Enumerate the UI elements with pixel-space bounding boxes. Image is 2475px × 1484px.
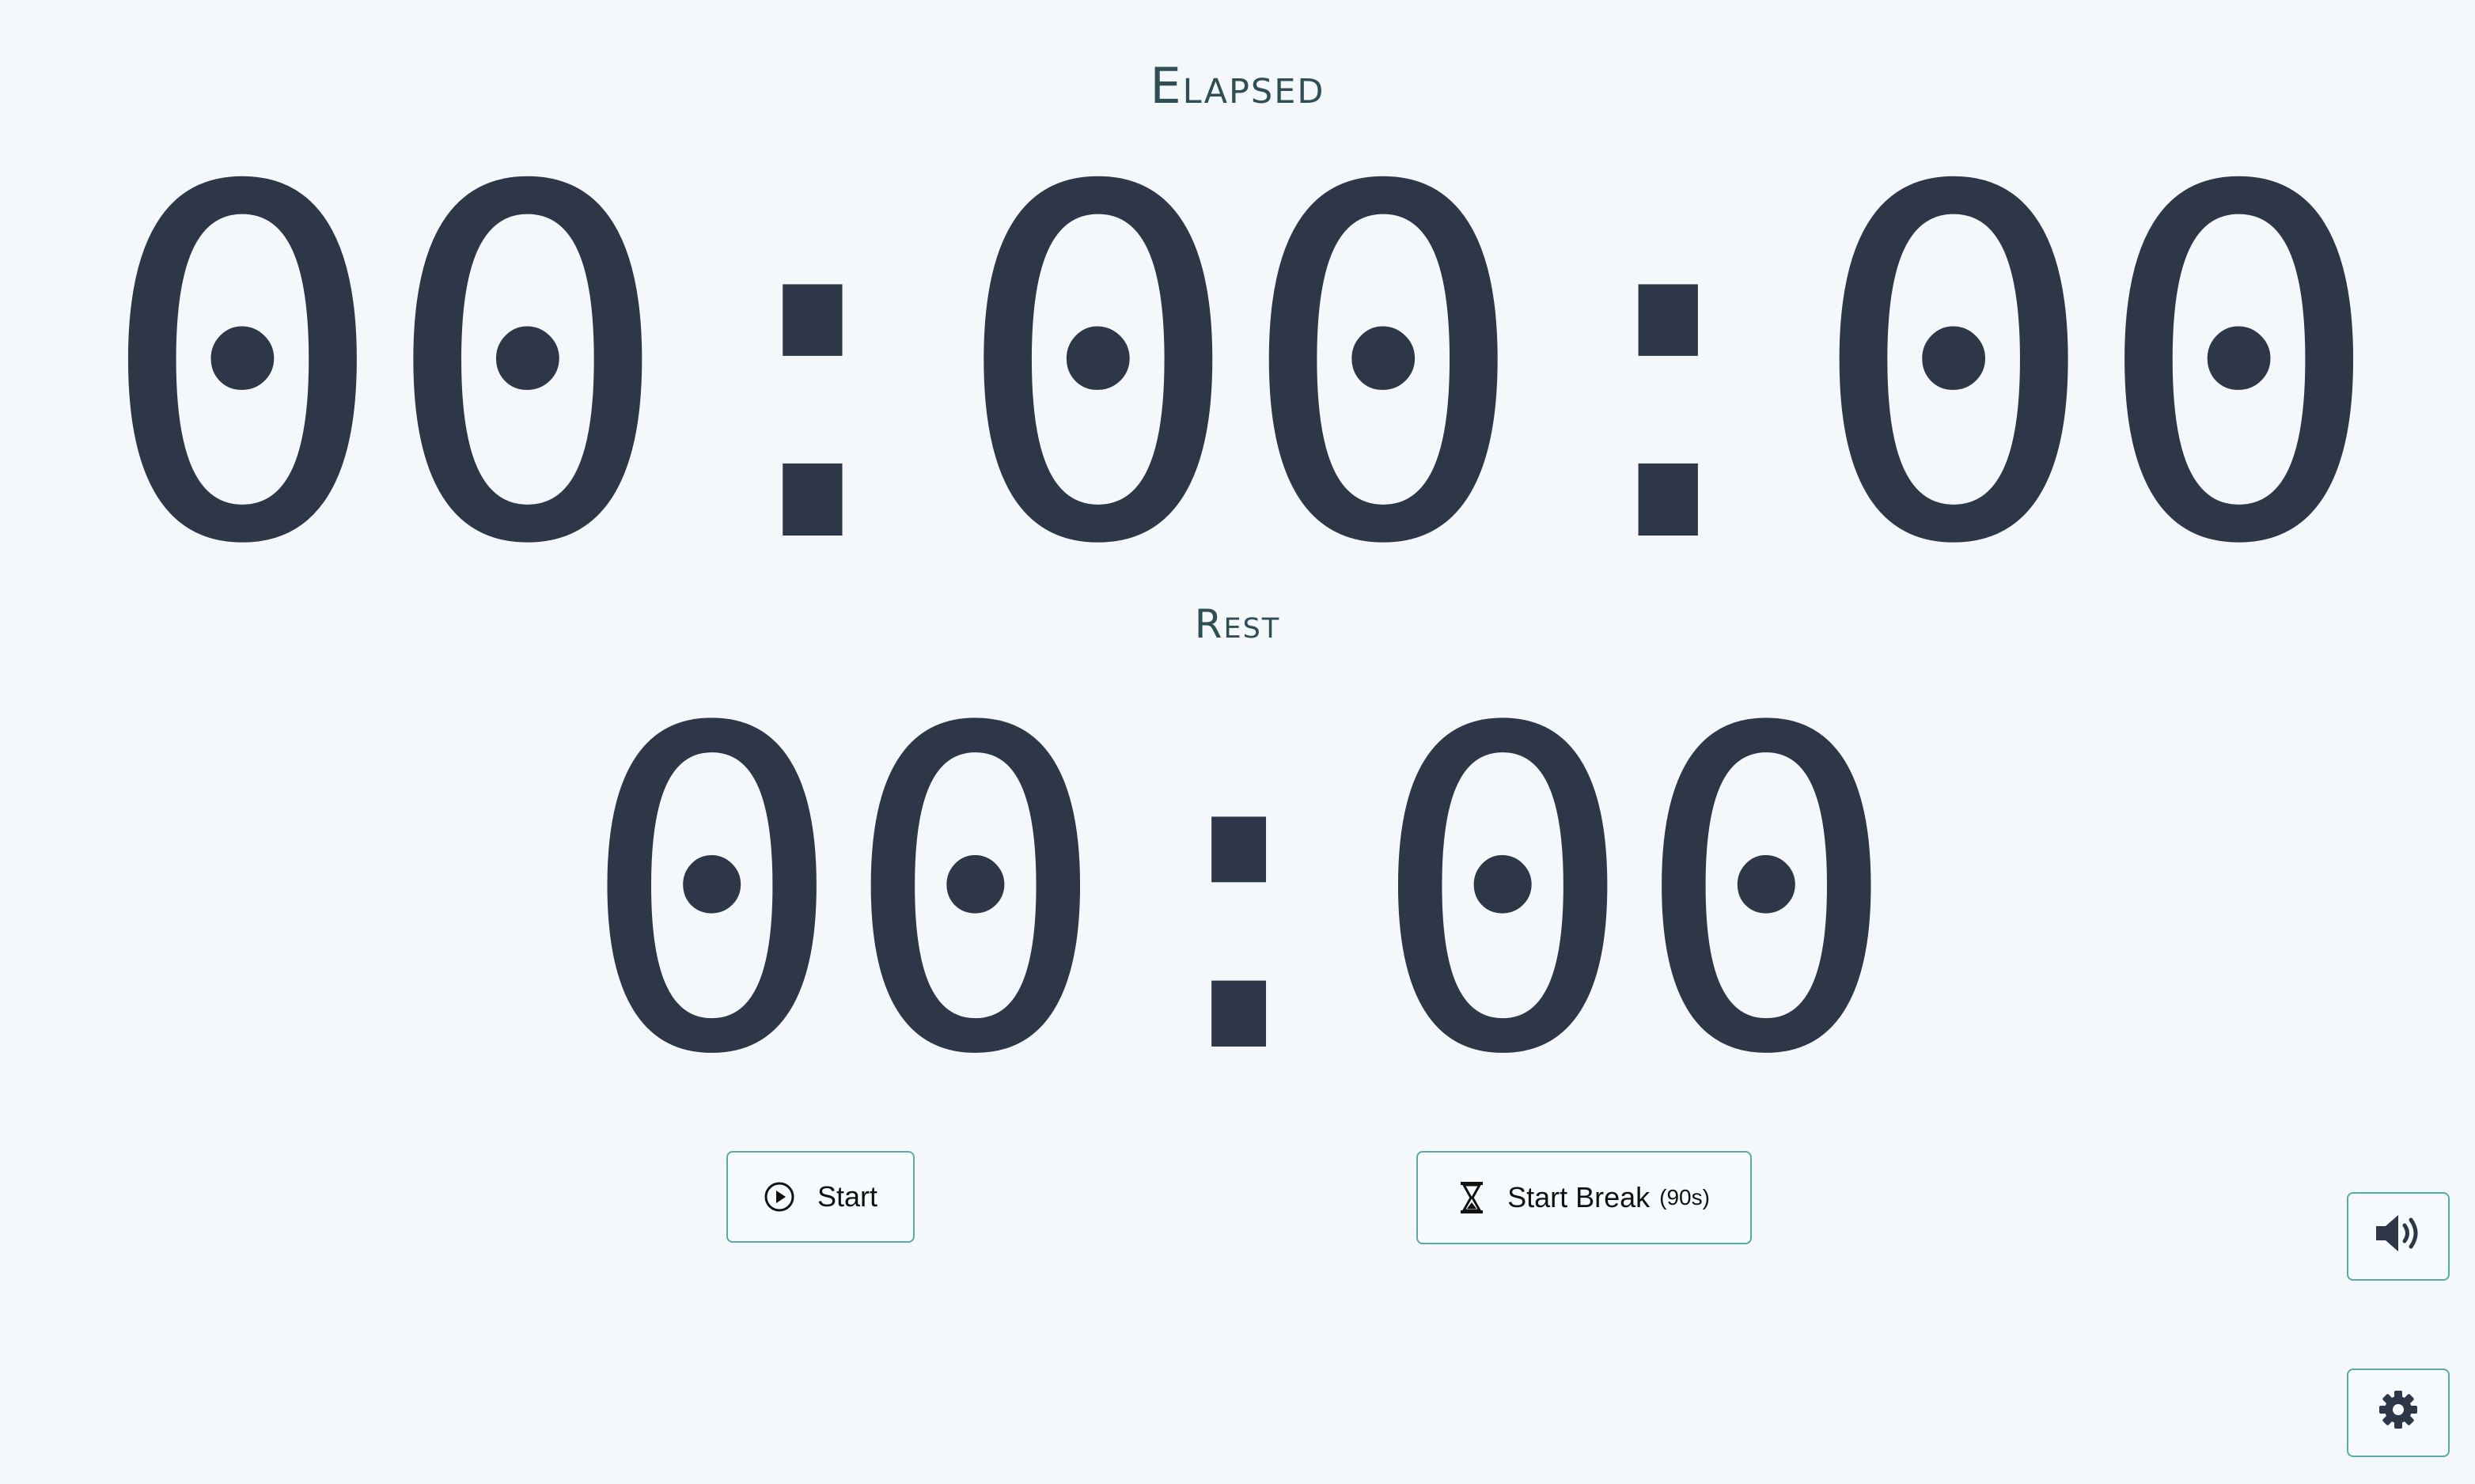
sound-toggle-button[interactable]	[2347, 1192, 2450, 1281]
rest-time-display: 00:00	[578, 636, 1900, 1152]
speaker-volume-icon	[2373, 1212, 2424, 1262]
gear-icon	[2378, 1389, 2419, 1437]
settings-button[interactable]	[2347, 1369, 2450, 1457]
elapsed-time-display: 00:00:00	[97, 87, 2385, 650]
break-duration: (90s)	[1659, 1185, 1710, 1210]
start-break-button[interactable]: Start Break (90s)	[1416, 1151, 1752, 1244]
start-button[interactable]: Start	[726, 1151, 915, 1243]
play-circle-icon	[764, 1181, 795, 1213]
hourglass-icon	[1458, 1180, 1485, 1215]
start-break-button-label: Start Break	[1507, 1181, 1651, 1213]
start-button-label: Start	[817, 1180, 878, 1213]
